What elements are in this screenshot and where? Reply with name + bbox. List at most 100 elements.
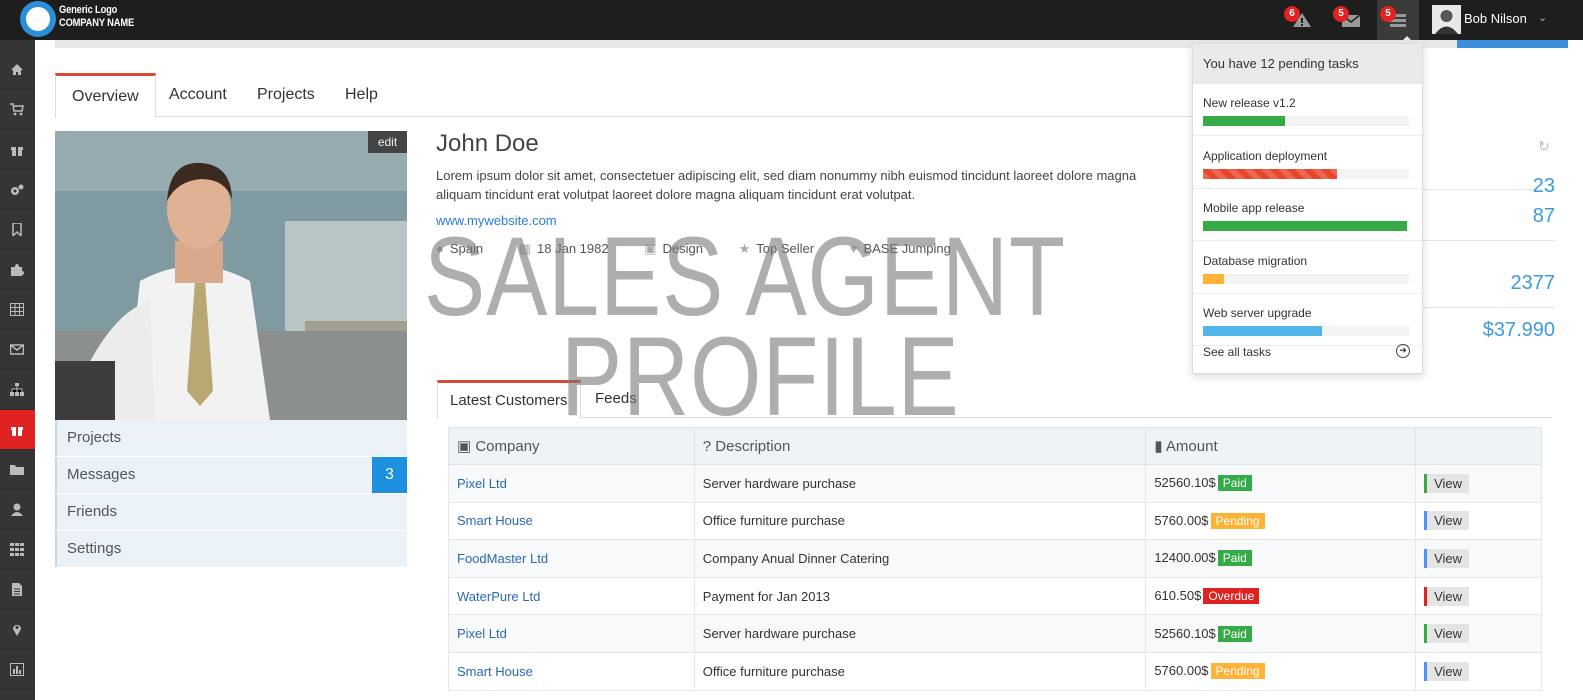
- tab-overview[interactable]: Overview: [55, 73, 156, 118]
- notifications-badge: 6: [1284, 6, 1300, 22]
- sidebar-item-mail[interactable]: [0, 330, 35, 370]
- tasks-button[interactable]: 5: [1377, 0, 1419, 40]
- stat-value: 23: [1422, 132, 1555, 197]
- task-progress-fill: [1203, 273, 1224, 284]
- task-title: Application deployment: [1203, 148, 1328, 163]
- meta-rank: ★ Top Seller: [739, 241, 830, 256]
- profile-meta: ● Spain ▦ 18 Jan 1982 ▣ Design ★ Top Seller …: [436, 241, 983, 257]
- task-item[interactable]: Mobile app release: [1193, 189, 1422, 241]
- column-header-description[interactable]: ? Description: [693, 427, 1147, 465]
- task-item[interactable]: Database migration: [1193, 242, 1422, 294]
- star-icon: ★: [738, 241, 751, 256]
- amount-cell: 5760.00$ Pending: [1145, 501, 1417, 541]
- company-link[interactable]: Smart House: [448, 651, 695, 691]
- sidebar-item-cart[interactable]: [0, 90, 35, 130]
- edit-photo-button[interactable]: edit: [368, 131, 407, 153]
- amount-cell: 5760.00$ Pending: [1145, 651, 1417, 691]
- task-progress-fill: [1203, 326, 1323, 336]
- amount-cell: 12400.00$ Paid: [1145, 539, 1417, 578]
- meta-birthday-text: 18 Jan 1982: [537, 241, 609, 256]
- logo-text[interactable]: Generic Logo COMPANY NAME: [59, 4, 134, 30]
- heart-icon: ♥: [849, 241, 858, 256]
- see-all-tasks-link[interactable]: See all tasks ➜: [1193, 339, 1422, 365]
- meta-location-text: Spain: [449, 241, 484, 256]
- notifications-button[interactable]: 6: [1281, 0, 1323, 40]
- messages-count-badge: 3: [372, 457, 407, 493]
- column-header-actions: [1415, 427, 1542, 465]
- gift-icon: [11, 147, 23, 156]
- description-cell: Payment for Jan 2013: [693, 576, 1147, 616]
- view-button[interactable]: View: [1424, 511, 1470, 531]
- amount-cell: 610.50$ Overdue: [1145, 576, 1417, 616]
- description-cell: Company Anual Dinner Catering: [693, 539, 1147, 578]
- sidebar-item-tables[interactable]: [0, 290, 35, 330]
- profile-menu-friends[interactable]: Friends: [55, 494, 407, 530]
- sidebar-item-documents[interactable]: [0, 570, 35, 610]
- profile-menu-label: Projects: [67, 429, 122, 446]
- sidebar-item-bookmarks[interactable]: [0, 210, 35, 250]
- sidebar-item-files[interactable]: [0, 450, 35, 490]
- sidebar-item-users[interactable]: [0, 490, 35, 530]
- status-badge: Paid: [1217, 475, 1252, 492]
- description-cell: Server hardware purchase: [693, 464, 1147, 503]
- sidebar-item-gifts-active[interactable]: [0, 410, 35, 450]
- sidebar-item-settings[interactable]: [0, 170, 35, 210]
- stat-value: $37.990: [1482, 319, 1555, 341]
- stat-value: 87: [1422, 191, 1555, 241]
- map-marker-icon: [13, 625, 21, 636]
- profile-menu-projects[interactable]: Projects: [55, 420, 407, 456]
- company-link[interactable]: Pixel Ltd: [448, 614, 695, 653]
- task-item[interactable]: Application deployment: [1193, 137, 1422, 189]
- view-button[interactable]: View: [1424, 586, 1470, 606]
- amount-value: 5760.00$: [1154, 512, 1209, 528]
- company-link[interactable]: Smart House: [448, 501, 695, 541]
- table-row: WaterPure Ltd Payment for Jan 2013 610.50$…: [448, 576, 1542, 616]
- sidebar-item-gift[interactable]: [0, 130, 35, 170]
- actions-cell: View: [1415, 539, 1542, 578]
- table-row: Pixel Ltd Server hardware purchase 52560.1…: [448, 464, 1542, 503]
- column-header-company[interactable]: ▣ Company: [448, 427, 695, 465]
- bar-chart-icon: [10, 663, 24, 676]
- cogs-icon: [11, 184, 24, 195]
- inbox-button[interactable]: 5: [1330, 0, 1372, 40]
- sidebar-item-home[interactable]: [0, 50, 35, 90]
- profile-menu-label: Friends: [67, 503, 118, 520]
- company-logo[interactable]: [20, 1, 56, 37]
- column-header-amount[interactable]: ▮ Amount: [1145, 427, 1417, 465]
- logo-line-1: Generic Logo: [59, 4, 118, 16]
- meta-job-text: Design: [662, 241, 703, 256]
- page-action-button[interactable]: [1457, 40, 1568, 48]
- profile-description: Lorem ipsum dolor sit amet, consectetuer…: [436, 168, 1137, 202]
- actions-cell: View: [1415, 576, 1542, 616]
- company-link[interactable]: WaterPure Ltd: [448, 576, 695, 616]
- profile-website-link[interactable]: www.mywebsite.com: [436, 213, 557, 228]
- actions-cell: View: [1415, 614, 1542, 653]
- task-title: Mobile app release: [1203, 201, 1305, 215]
- gift-icon: [11, 427, 23, 436]
- sidebar-item-apps[interactable]: [0, 530, 35, 570]
- tab-account[interactable]: Account: [153, 73, 243, 117]
- sidebar-item-reports[interactable]: [0, 650, 35, 690]
- status-badge: Paid: [1217, 550, 1252, 567]
- view-button[interactable]: View: [1424, 661, 1470, 681]
- tab-latest-customers[interactable]: Latest Customers: [437, 380, 581, 419]
- task-item[interactable]: New release v1.2: [1193, 84, 1422, 136]
- view-button[interactable]: View: [1424, 624, 1470, 644]
- profile-menu-messages[interactable]: Messages 3: [55, 457, 407, 493]
- tab-help[interactable]: Help: [329, 73, 394, 117]
- tab-projects[interactable]: Projects: [241, 73, 331, 117]
- task-progress-fill: [1203, 168, 1337, 179]
- cart-icon: [10, 103, 24, 116]
- tasks-badge: 5: [1380, 6, 1396, 22]
- view-button[interactable]: View: [1424, 473, 1470, 493]
- company-link[interactable]: FoodMaster Ltd: [448, 539, 695, 578]
- view-button[interactable]: View: [1424, 548, 1470, 568]
- profile-menu-settings[interactable]: Settings: [55, 531, 407, 567]
- tab-feeds[interactable]: Feeds: [583, 380, 649, 418]
- company-link[interactable]: Pixel Ltd: [448, 464, 695, 503]
- sidebar-item-locations[interactable]: [0, 610, 35, 650]
- sidebar-item-extensions[interactable]: [0, 250, 35, 290]
- description-cell: Office furniture purchase: [693, 651, 1147, 691]
- sidebar-item-sitemap[interactable]: [0, 370, 35, 410]
- amount-value: 52560.10$: [1154, 625, 1216, 641]
